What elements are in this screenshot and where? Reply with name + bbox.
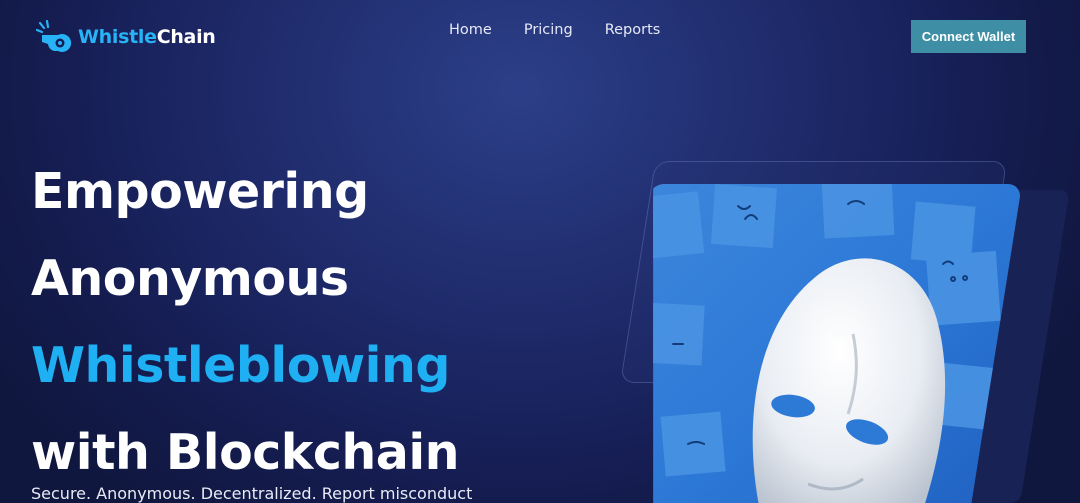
- brand-name: WhistleChain: [78, 26, 216, 48]
- whistle-icon: [36, 20, 72, 53]
- hero-line-4: with Blockchain: [31, 424, 460, 481]
- hero-heading: Empowering Anonymous Whistleblowing with…: [31, 148, 571, 496]
- hero-line-1: Empowering: [31, 163, 369, 220]
- hero-subtitle: Secure. Anonymous. Decentralized. Report…: [31, 484, 473, 503]
- mask-illustration: [640, 184, 1022, 503]
- hero-line-2: Anonymous: [31, 250, 349, 307]
- logo[interactable]: WhistleChain: [36, 20, 216, 54]
- connect-wallet-button[interactable]: Connect Wallet: [911, 20, 1026, 53]
- nav-link-home[interactable]: Home: [449, 22, 492, 38]
- main-menu: Home Pricing Reports: [449, 22, 660, 38]
- nav-link-reports[interactable]: Reports: [605, 22, 661, 38]
- nav-link-pricing[interactable]: Pricing: [524, 22, 573, 38]
- top-navbar: WhistleChain Home Pricing Reports Connec…: [0, 0, 1080, 72]
- hero-line-3: Whistleblowing: [31, 337, 450, 394]
- hero-image: [596, 184, 1022, 503]
